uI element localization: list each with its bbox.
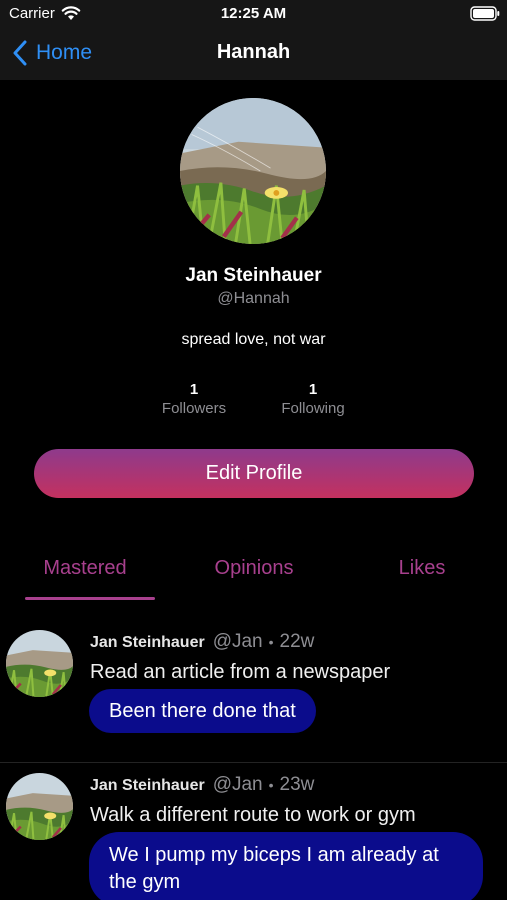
page-title: Hannah (216, 41, 291, 63)
avatar-photo (6, 773, 73, 840)
post-header: Jan Steinhauer @Jan • 23w (90, 774, 314, 796)
post-text: Read an article from a newspaper (90, 661, 391, 683)
post-item[interactable]: Jan Steinhauer @Jan • 23w Walk a different … (0, 763, 507, 900)
following-label: Following (281, 400, 345, 417)
following-stat[interactable]: 1 Following (253, 381, 373, 417)
edit-profile-button[interactable]: Edit Profile (34, 449, 474, 498)
post-time: 23w (279, 774, 315, 795)
avatar-photo (180, 98, 326, 244)
post-time: 22w (279, 631, 315, 652)
profile-bio: spread love, not war (181, 331, 326, 348)
followers-label: Followers (161, 400, 227, 417)
following-count: 1 (308, 381, 318, 398)
avatar-photo (6, 630, 73, 697)
post-header: Jan Steinhauer @Jan • 22w (90, 631, 314, 653)
post-author-avatar[interactable] (6, 630, 73, 697)
post-separator: • (268, 634, 274, 650)
post-author-avatar[interactable] (6, 773, 73, 840)
navigation-bar: Carrier 12:25 AM Home Hannah (0, 0, 507, 80)
tab-opinions[interactable]: Opinions (194, 557, 314, 580)
post-separator: • (268, 777, 274, 793)
status-time: 12:25 AM (220, 5, 287, 22)
post-handle: @Jan (212, 774, 263, 795)
post-text: Walk a different route to work or gym (90, 804, 416, 826)
post-handle: @Jan (212, 631, 263, 652)
followers-count: 1 (189, 381, 199, 398)
profile-name: Jan Steinhauer (185, 265, 322, 286)
post-reply-bubble[interactable]: Been there done that (89, 689, 316, 733)
post-author: Jan Steinhauer (90, 634, 205, 651)
active-tab-indicator (25, 597, 155, 600)
followers-stat[interactable]: 1 Followers (134, 381, 254, 417)
profile-avatar[interactable] (180, 98, 326, 244)
post-author: Jan Steinhauer (90, 777, 205, 794)
post-reply-bubble[interactable]: We I pump my biceps I am already at the … (89, 832, 483, 900)
tab-likes[interactable]: Likes (380, 557, 464, 580)
battery-icon (470, 6, 500, 21)
post-item[interactable]: Jan Steinhauer @Jan • 22w Read an article f… (0, 620, 507, 762)
tab-mastered[interactable]: Mastered (24, 557, 146, 580)
profile-handle: @Hannah (217, 290, 290, 307)
profile-screen: Carrier 12:25 AM Home Hannah Jan Steinha… (0, 0, 507, 900)
